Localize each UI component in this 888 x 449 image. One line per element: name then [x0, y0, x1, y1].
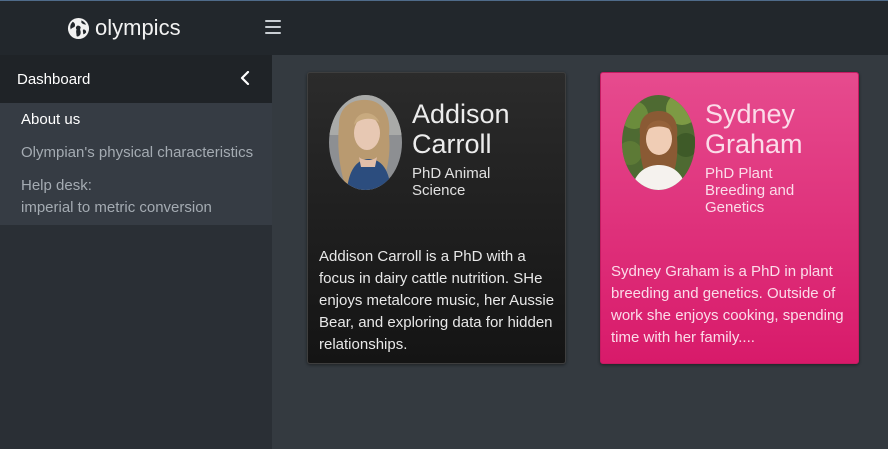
help-desk-sublabel: imperial to metric conversion	[21, 199, 212, 216]
chevron-left-icon[interactable]	[240, 71, 250, 85]
main-content: Addison Carroll PhD Animal Science Addis…	[273, 55, 888, 449]
card-name: Addison Carroll	[412, 99, 510, 159]
help-desk-label: Help desk:	[21, 177, 92, 194]
hamburger-icon[interactable]	[265, 20, 281, 35]
card-name: Sydney Graham	[705, 99, 803, 159]
card-subtitle: PhD Animal Science	[412, 165, 491, 199]
card-description: Sydney Graham is a PhD in plant breeding…	[611, 263, 844, 346]
brand-link[interactable]: olympics	[67, 15, 181, 41]
app: olympics Dashboard About us Olympian's p…	[0, 0, 888, 449]
sidebar: Dashboard About us Olympian's physical c…	[0, 55, 272, 449]
avatar	[329, 95, 402, 190]
profile-card: Addison Carroll PhD Animal Science Addis…	[307, 72, 566, 364]
sidebar-item-help-desk[interactable]: Help desk: imperial to metric conversion	[21, 175, 272, 219]
sidebar-dashboard-label: Dashboard	[17, 70, 91, 88]
brand-name: olympics	[95, 15, 181, 40]
sidebar-submenu: About us Olympian's physical characteris…	[0, 103, 272, 225]
card-description: Addison Carroll is a PhD with a focus in…	[319, 248, 555, 353]
globe-icon	[67, 17, 90, 39]
card-subtitle: PhD Plant Breeding and Genetics	[705, 165, 795, 216]
top-navbar: olympics	[0, 0, 888, 55]
sidebar-item-about-us[interactable]: About us	[21, 109, 272, 131]
sidebar-item-dashboard[interactable]: Dashboard	[0, 55, 272, 103]
profile-card: Sydney Graham PhD Plant Breeding and Gen…	[600, 72, 859, 364]
avatar	[622, 95, 695, 190]
sidebar-item-physical-characteristics[interactable]: Olympian's physical characteristics	[21, 142, 272, 164]
